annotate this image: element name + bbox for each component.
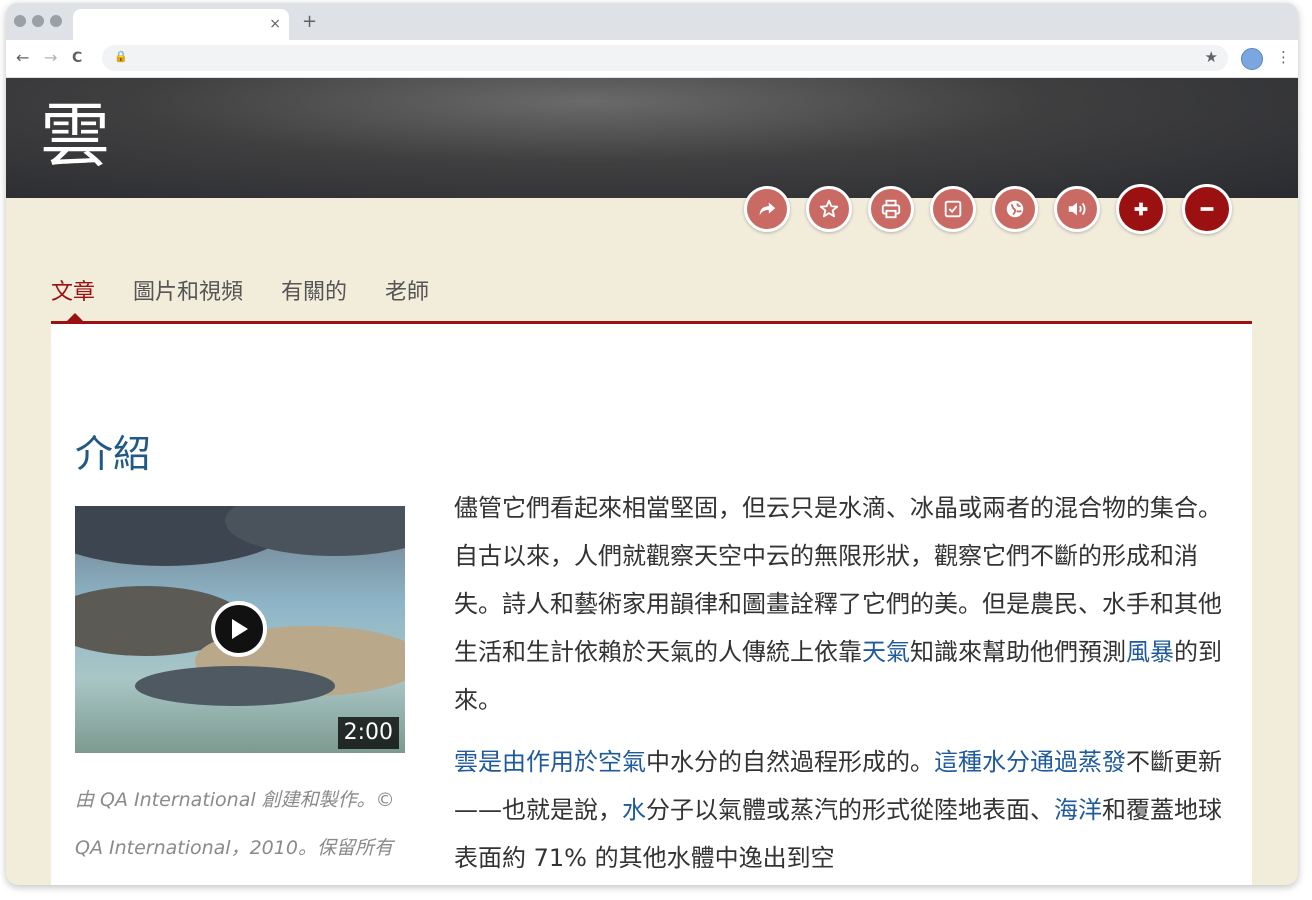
lock-icon: 🔒 [114,50,128,63]
link-weather[interactable]: 天氣 [862,638,910,666]
tab-teachers[interactable]: 老師 [385,278,429,322]
browser-menu-icon[interactable]: ⋮ [1276,48,1291,66]
print-button[interactable] [868,186,914,232]
play-button[interactable] [211,601,267,657]
print-icon [881,199,901,219]
decrease-text-button[interactable] [1182,184,1232,234]
close-window-dot[interactable] [14,15,26,27]
bookmark-star-icon[interactable]: ★ [1205,48,1218,66]
article-tabs: 文章 圖片和視頻 有關的 老師 [51,278,467,322]
speaker-icon [1068,202,1086,216]
browser-tab[interactable]: × [73,9,289,40]
video-caption: 由 QA International 創建和製作。© QA Internatio… [75,789,395,859]
share-icon [759,202,776,216]
browser-window: × + ← → C 🔒 ★ ⋮ 雲 文章 圖片和視頻 有關的 老師 介紹 2:0… [6,3,1298,885]
tab-related[interactable]: 有關的 [281,278,347,322]
share-button[interactable] [744,186,790,232]
article-content: 介紹 2:00 由 QA International 創建和製作。© QA In… [51,324,1252,885]
article-paragraph: 儘管它們看起來相當堅固，但云只是水滴、冰晶或兩者的混合物的集合。自古以來，人們就… [454,484,1229,724]
close-tab-icon[interactable]: × [269,15,281,33]
minus-icon [1200,207,1214,211]
article-body: 儘管它們看起來相當堅固，但云只是水滴、冰晶或兩者的混合物的集合。自古以來，人們就… [454,484,1229,885]
video-duration: 2:00 [337,717,399,749]
text-segment: 中水分的自然過程形成的。 [646,748,934,776]
forward-button[interactable]: → [44,49,57,67]
checkbox-icon [944,200,962,218]
page-title: 雲 [40,95,110,177]
article-actions [744,184,1232,234]
link-cloud-formation[interactable]: 雲是由作用於空氣 [454,748,646,776]
browser-toolbar: ← → C 🔒 ★ ⋮ [6,40,1298,78]
link-water[interactable]: 水 [622,796,646,824]
increase-text-button[interactable] [1116,184,1166,234]
plus-icon [1134,202,1148,216]
minimize-window-dot[interactable] [32,15,44,27]
maximize-window-dot[interactable] [50,15,62,27]
link-ocean[interactable]: 海洋 [1054,796,1102,824]
listen-button[interactable] [1054,186,1100,232]
tab-strip: × + [6,3,1298,40]
favorite-button[interactable] [806,186,852,232]
profile-avatar[interactable] [1241,48,1263,70]
text-segment: 分子以氣體或蒸汽的形式從陸地表面、 [646,796,1054,824]
section-heading: 介紹 [75,432,152,476]
reload-button[interactable]: C [72,49,82,67]
video-thumbnail-cloud [135,666,335,706]
translate-button[interactable] [992,186,1038,232]
link-evaporation[interactable]: 這種水分通過蒸發 [934,748,1126,776]
address-bar[interactable]: 🔒 ★ [102,45,1228,71]
active-tab-indicator [67,313,83,321]
window-controls [14,15,62,27]
tab-images-videos[interactable]: 圖片和視頻 [133,278,243,322]
text-segment: 知識來幫助他們預測 [910,638,1126,666]
link-storm[interactable]: 風暴 [1126,638,1174,666]
article-paragraph: 雲是由作用於空氣中水分的自然過程形成的。這種水分通過蒸發不斷更新——也就是說，水… [454,738,1229,882]
page-banner: 雲 [6,78,1298,198]
new-tab-button[interactable]: + [302,13,317,31]
video-player[interactable]: 2:00 [75,506,405,753]
globe-icon [1006,200,1024,218]
cite-button[interactable] [930,186,976,232]
back-button[interactable]: ← [16,49,29,67]
star-icon [819,199,839,218]
play-icon [232,619,248,639]
